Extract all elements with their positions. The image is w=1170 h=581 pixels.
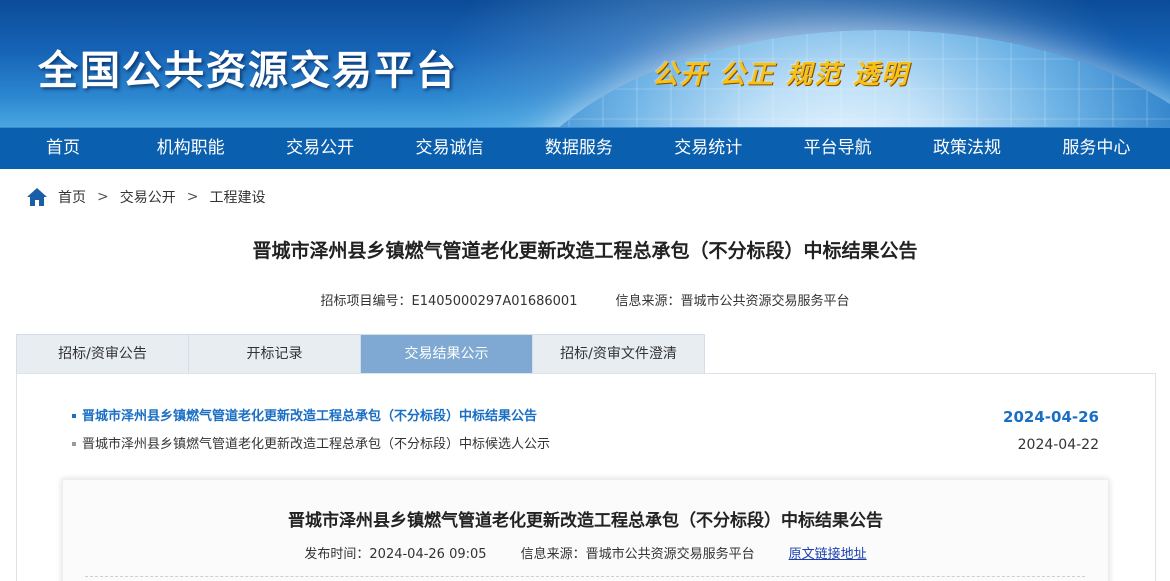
original-link[interactable]: 原文链接地址 [789,547,867,562]
nav-item-agency-functions[interactable]: 机构职能 [126,128,255,169]
page-title: 晋城市泽州县乡镇燃气管道老化更新改造工程总承包（不分标段）中标结果公告 [252,240,918,262]
nav-item-platform-nav[interactable]: 平台导航 [773,128,902,169]
list-item[interactable]: 晋城市泽州县乡镇燃气管道老化更新改造工程总承包（不分标段）中标候选人公示 202… [72,433,1099,461]
project-number: 招标项目编号：E1405000297A01686001 [320,294,578,309]
divider [85,576,1085,577]
info-source: 信息来源：晋城市公共资源交易服务平台 [615,294,850,309]
home-icon[interactable] [26,187,48,207]
list-item-date: 2024-04-26 [1003,408,1099,426]
breadcrumb-home[interactable]: 首页 [58,187,86,207]
page-meta: 招标项目编号：E1405000297A01686001 信息来源：晋城市公共资源交… [0,290,1170,309]
tab-tender-clarification[interactable]: 招标/资审文件澄清 [533,334,705,373]
publish-time: 发布时间：2024-04-26 09:05 [304,547,487,562]
tab-bid-opening-record[interactable]: 开标记录 [189,334,361,373]
detail-meta: 发布时间：2024-04-26 09:05 信息来源：晋城市公共资源交易服务平台 原… [63,543,1108,562]
nav-item-trade-statistics[interactable]: 交易统计 [644,128,773,169]
detail-card: 晋城市泽州县乡镇燃气管道老化更新改造工程总承包（不分标段）中标结果公告 发布时间… [62,479,1109,581]
site-slogan: 公开 公正 规范 透明 [652,60,910,90]
site-title: 全国公共资源交易平台 [38,48,458,94]
nav-item-home[interactable]: 首页 [0,128,126,169]
breadcrumb-trade-public[interactable]: 交易公开 [120,187,176,207]
announcement-list: 晋城市泽州县乡镇燃气管道老化更新改造工程总承包（不分标段）中标结果公告 2024… [72,405,1099,461]
nav-item-service-center[interactable]: 服务中心 [1032,128,1161,169]
list-item-title[interactable]: 晋城市泽州县乡镇燃气管道老化更新改造工程总承包（不分标段）中标候选人公示 [72,433,550,461]
nav-item-data-service[interactable]: 数据服务 [514,128,643,169]
detail-title: 晋城市泽州县乡镇燃气管道老化更新改造工程总承包（不分标段）中标结果公告 [288,511,883,531]
list-item[interactable]: 晋城市泽州县乡镇燃气管道老化更新改造工程总承包（不分标段）中标结果公告 2024… [72,405,1099,433]
header-banner: 全国公共资源交易平台 公开 公正 规范 透明 [0,0,1170,127]
nav-item-trade-public[interactable]: 交易公开 [255,128,384,169]
nav-item-policy[interactable]: 政策法规 [902,128,1031,169]
breadcrumb-engineering[interactable]: 工程建设 [209,187,265,207]
list-item-title[interactable]: 晋城市泽州县乡镇燃气管道老化更新改造工程总承包（不分标段）中标结果公告 [72,405,537,433]
detail-source: 信息来源：晋城市公共资源交易服务平台 [520,547,755,562]
tab-bar: 招标/资审公告 开标记录 交易结果公示 招标/资审文件澄清 [16,334,705,373]
bullet-icon [72,441,76,446]
breadcrumb-separator: > [97,189,109,205]
nav-item-trade-integrity[interactable]: 交易诚信 [385,128,514,169]
list-item-date: 2024-04-22 [1017,437,1099,453]
tab-trade-result[interactable]: 交易结果公示 [361,334,533,373]
main-nav: 首页 机构职能 交易公开 交易诚信 数据服务 交易统计 平台导航 政策法规 服务… [0,127,1170,169]
tab-tender-notice[interactable]: 招标/资审公告 [17,334,189,373]
breadcrumb: 首页 > 交易公开 > 工程建设 [26,186,265,208]
breadcrumb-separator: > [186,189,199,205]
bullet-icon [72,413,76,418]
